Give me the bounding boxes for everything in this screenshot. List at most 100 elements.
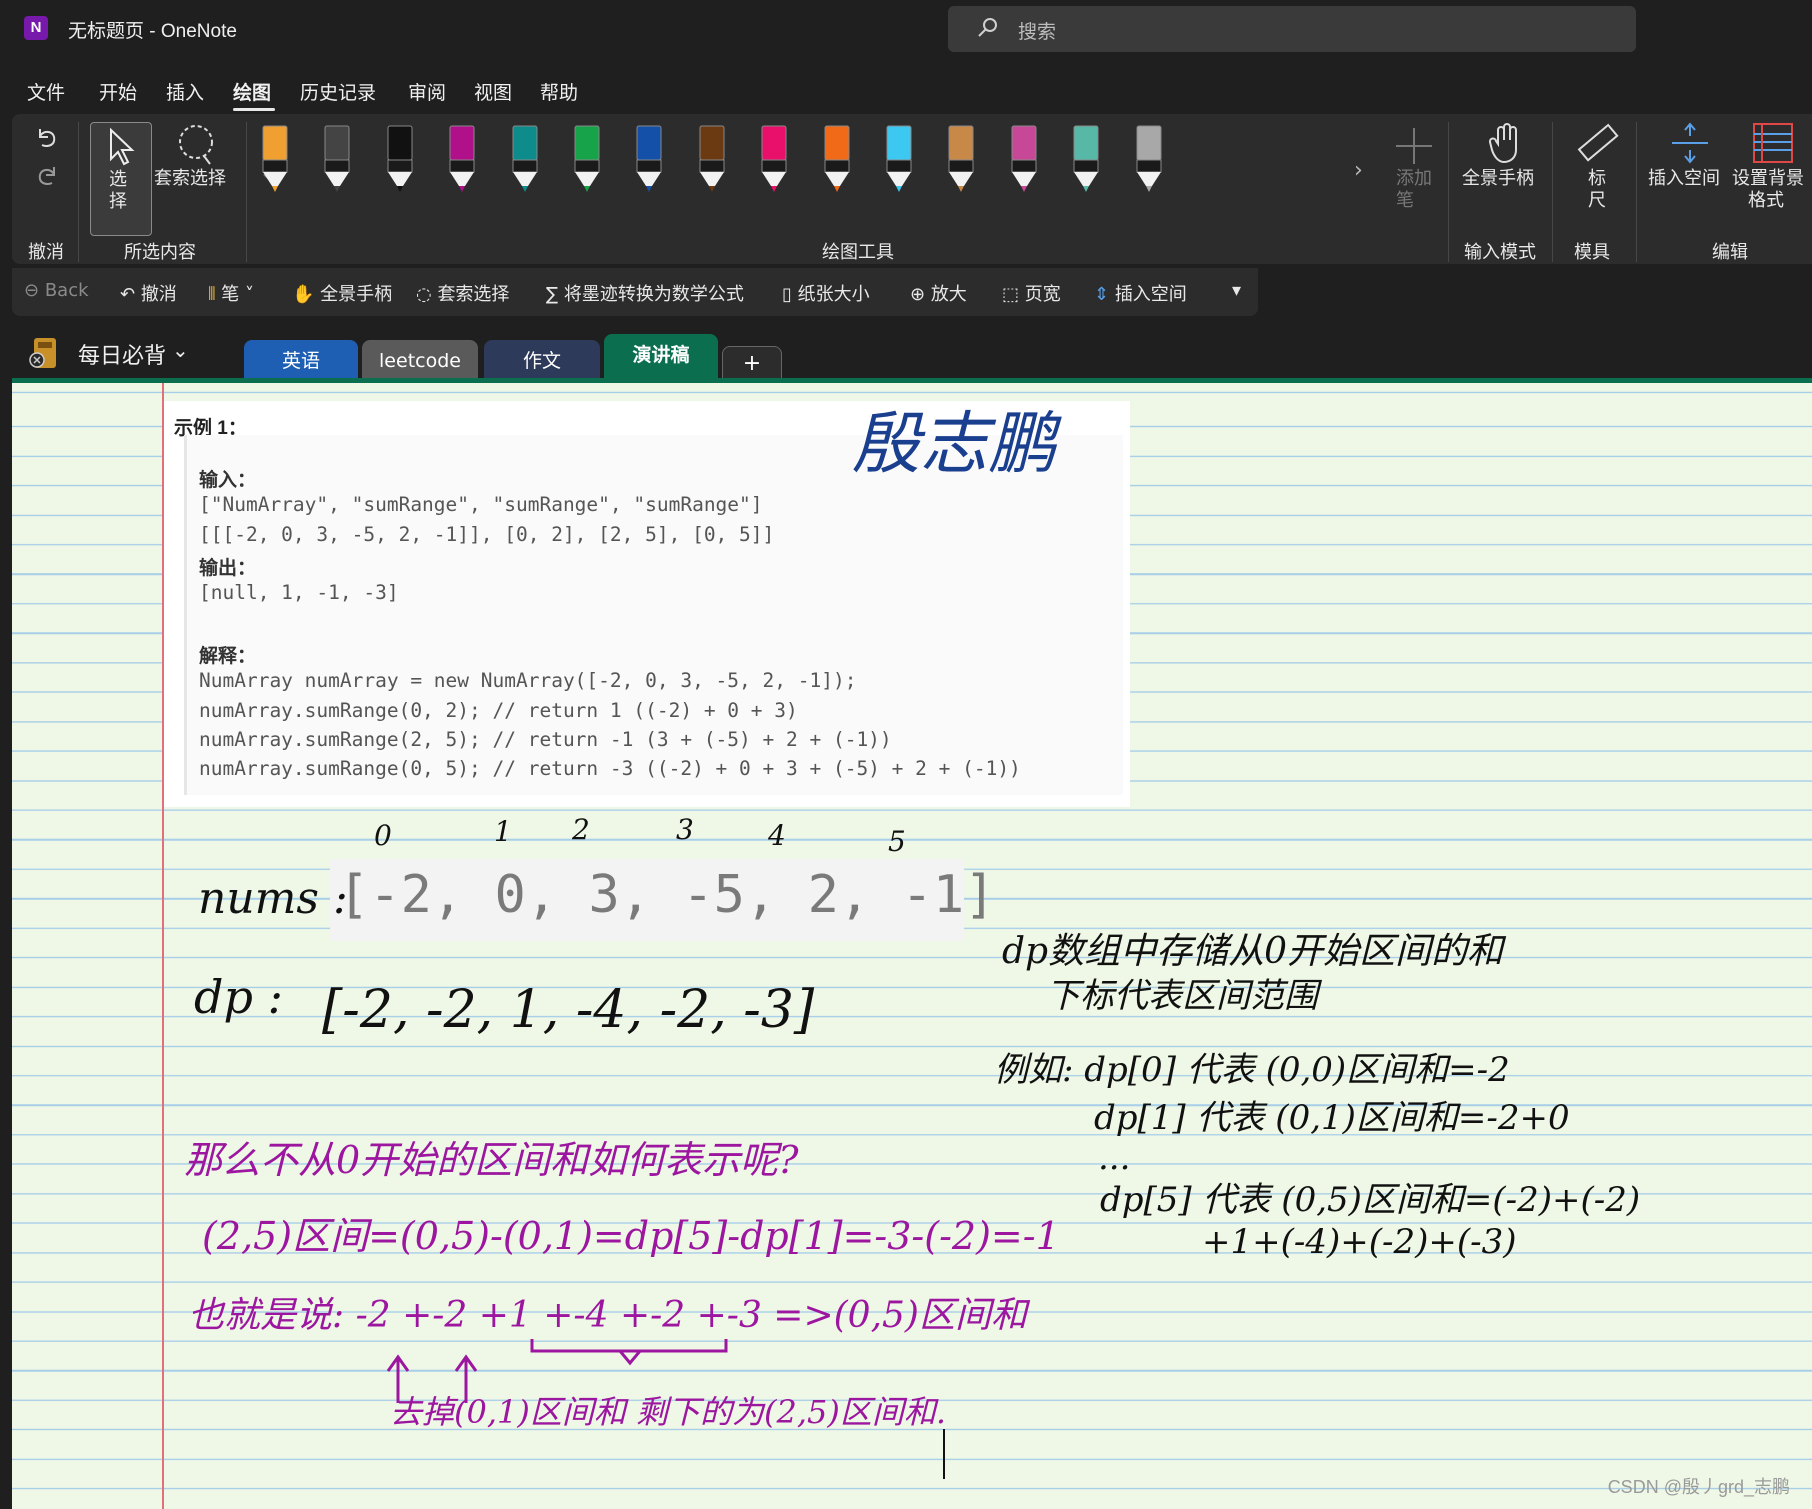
qat-lasso-label: 套索选择 (437, 284, 510, 305)
tab-composition[interactable]: 作文 (484, 340, 600, 380)
ink-index-0: 0 (374, 819, 392, 852)
pen-4-pen[interactable] (445, 124, 479, 194)
ink-question: 那么不从0开始的区间和如何表示呢? (184, 1138, 799, 1182)
ruler-button[interactable]: 标 尺 (1568, 122, 1628, 222)
drawing-tools-label: 绘图工具 (822, 242, 894, 263)
select-button[interactable]: 选 择 (90, 122, 152, 236)
zoom-in-icon: ⊕ (910, 284, 931, 305)
insert-space-button[interactable]: 插入空间 (1648, 122, 1728, 202)
page-width-icon: ⬚ (1002, 284, 1025, 305)
qat-pan-label: 全景手柄 (320, 284, 393, 305)
redo-icon[interactable] (32, 162, 62, 192)
pen-13-texture-rainbow[interactable] (1007, 124, 1041, 194)
search-box[interactable]: 搜索 (948, 6, 1636, 52)
plus-icon (1396, 128, 1432, 164)
pen-11-pen[interactable] (882, 124, 916, 194)
pen-14-texture-galaxy[interactable] (1069, 124, 1103, 194)
pen-8-pen[interactable] (695, 124, 729, 194)
ink-layer: 殷志鹏 0 1 2 3 4 5 nums : dp : [-2, -2, 1, … (184, 405, 1640, 1479)
pen-1-highlighter[interactable] (258, 124, 292, 194)
add-pen-label-2: 笔 (1396, 190, 1414, 211)
separator (78, 122, 79, 262)
undo-icon[interactable] (32, 124, 62, 154)
paper-size-button[interactable]: ▯ 纸张大小 (782, 280, 870, 306)
tab-english[interactable]: 英语 (244, 340, 358, 380)
pen-12-texture-wood[interactable] (944, 124, 978, 194)
tab-speech[interactable]: 演讲稿 (604, 334, 718, 380)
qat-insert-space-button[interactable]: ⇕ 插入空间 (1094, 280, 1187, 306)
qat-pen-button[interactable]: ⫴ 笔 ˅ (208, 280, 254, 306)
tab-leetcode[interactable]: leetcode (362, 340, 478, 380)
customize-qat-icon[interactable]: ▾ (1232, 280, 1241, 301)
pen-6-pen[interactable] (570, 124, 604, 194)
add-pen-button[interactable]: 添加 笔 (1384, 122, 1444, 222)
ink-remove-note: 去掉(0,1)区间和 (390, 1393, 629, 1431)
pen-15-highlighter[interactable] (1132, 124, 1166, 194)
add-section-button[interactable]: + (722, 346, 782, 382)
chevron-down-icon[interactable]: ⌄ (172, 338, 189, 362)
ink-example-head: 例如: dp[0] 代表 (0,0)区间和=-2 (994, 1050, 1510, 1090)
csdn-watermark: CSDN @殷丿grd_志鹏 (1607, 1477, 1790, 1497)
ink-index-4: 4 (767, 819, 786, 852)
pens-scroll-right-icon[interactable]: › (1354, 158, 1363, 183)
menu-review[interactable]: 审阅 (408, 78, 446, 105)
page-lines-icon (1753, 123, 1793, 163)
page-width-label: 页宽 (1024, 284, 1061, 305)
quick-access-toolbar: ⊖ Back ↶ 撤消 ⫴ 笔 ˅ ✋ 全景手柄 ◌ 套索选择 ∑ 将墨迹转换为… (12, 268, 1258, 316)
lasso-select-button[interactable]: 套索选择 (154, 122, 234, 202)
note-page[interactable]: 示例 1： 输入： ["NumArray", "sumRange", "sumR… (12, 383, 1812, 1509)
pan-button[interactable]: 全景手柄 (1462, 122, 1552, 202)
pen-7-pen[interactable] (632, 124, 666, 194)
window-title: 无标题页 - OneNote (68, 21, 237, 42)
menu-home[interactable]: 开始 (99, 78, 137, 105)
notebook-name[interactable]: 每日必背 (78, 338, 166, 370)
ink-example-2: dp[1] 代表 (0,1)区间和=-2+0 (1094, 1098, 1570, 1138)
notebook-icon[interactable] (28, 336, 58, 370)
ink-example-3: dp[5] 代表 (0,5)区间和=(-2)+(-2) (1100, 1180, 1640, 1220)
paper-size-label: 纸张大小 (797, 284, 870, 305)
menu-active-indicator (233, 108, 275, 111)
edit-label: 编辑 (1712, 242, 1748, 263)
pen-2-text-pen[interactable] (320, 124, 354, 194)
select-label-2: 择 (109, 191, 127, 212)
qat-lasso-button[interactable]: ◌ 套索选择 (416, 280, 509, 306)
menu-history[interactable]: 历史记录 (300, 78, 376, 105)
ruler-label-2: 尺 (1588, 190, 1606, 211)
background-format-button[interactable]: 设置背景 格式 (1732, 122, 1812, 222)
ink-to-math-button[interactable]: ∑ 将墨迹转换为数学公式 (546, 280, 744, 306)
back-label: Back (44, 280, 89, 301)
separator (1448, 122, 1449, 262)
menu-draw[interactable]: 绘图 (233, 78, 271, 105)
ink-note-1: dp数组中存储从0开始区间的和 (1002, 931, 1507, 972)
back-arrow-icon: ⊖ (24, 280, 45, 301)
ink-in-other-words: 也就是说: -2 +-2 +1 +-4 +-2 +-3 =>(0,5)区间和 (188, 1295, 1031, 1336)
back-button[interactable]: ⊖ Back (24, 280, 89, 301)
pen-3-pen[interactable] (383, 124, 417, 194)
pen-5-pen[interactable] (508, 124, 542, 194)
search-icon (978, 18, 997, 37)
menu-view[interactable]: 视图 (474, 78, 512, 105)
page-width-button[interactable]: ⬚ 页宽 (1002, 280, 1061, 306)
qat-undo-label: 撤消 (140, 284, 177, 305)
zoom-in-label: 放大 (930, 284, 967, 305)
qat-insert-space-label: 插入空间 (1114, 284, 1187, 305)
selection-group-label: 所选内容 (124, 242, 196, 263)
lasso-icon: ◌ (416, 284, 438, 305)
menu-help[interactable]: 帮助 (540, 78, 578, 105)
zoom-in-button[interactable]: ⊕ 放大 (910, 280, 967, 306)
separator (1552, 122, 1553, 262)
stencil-label: 模具 (1574, 242, 1610, 263)
lasso-label: 套索选择 (154, 168, 226, 189)
pen-10-pen[interactable] (820, 124, 854, 194)
qat-pan-button[interactable]: ✋ 全景手柄 (292, 280, 392, 306)
pen-9-pen[interactable] (757, 124, 791, 194)
insert-space-icon: ⇕ (1094, 284, 1115, 305)
ink-index-2: 2 (571, 813, 590, 846)
menu-file[interactable]: 文件 (27, 78, 65, 105)
ink-dp-label: dp : (194, 970, 283, 1024)
draw-ribbon: 撤消 选 择 套索选择 所选内容 ‹ › 添加 笔 绘图工具 全景手柄 输入模式… (12, 114, 1812, 264)
menu-insert[interactable]: 插入 (166, 78, 204, 105)
bg-format-label-2: 格式 (1748, 190, 1784, 211)
qat-undo-button[interactable]: ↶ 撤消 (120, 280, 177, 306)
insert-space-icon (1672, 122, 1708, 164)
